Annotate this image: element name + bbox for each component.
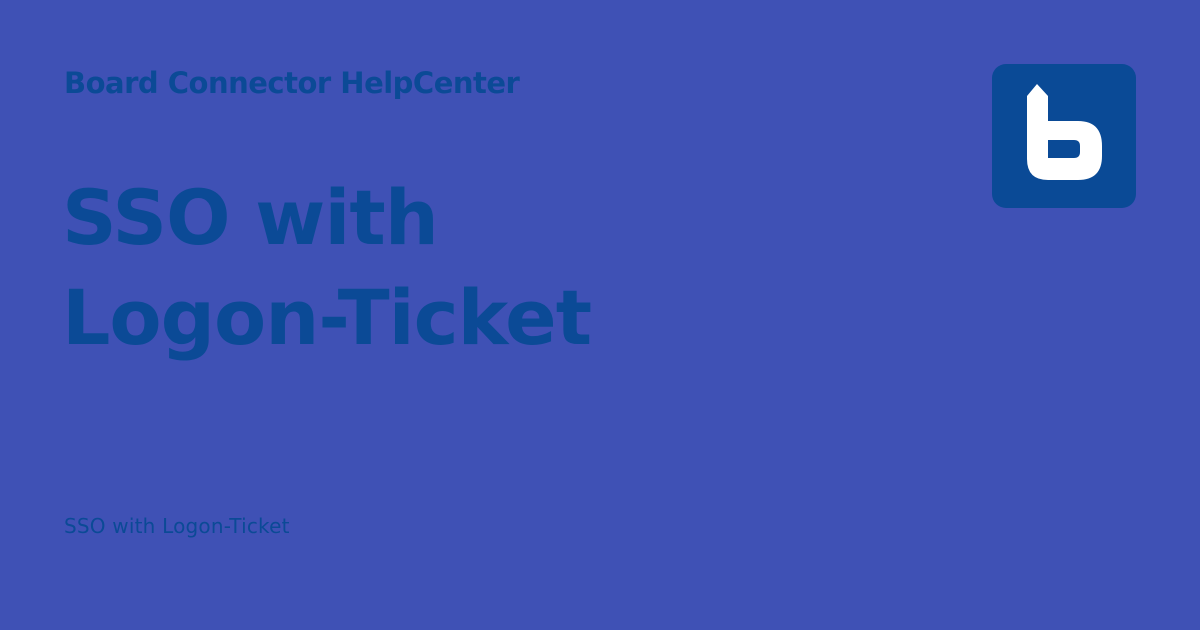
- footer-title: SSO with Logon-Ticket: [64, 514, 290, 538]
- page-title-line-2: Logon-Ticket: [62, 273, 592, 362]
- page-title-line-1: SSO with: [62, 173, 439, 262]
- site-name: Board Connector HelpCenter: [64, 66, 520, 100]
- b-glyph-icon: [1027, 84, 1102, 180]
- page-title: SSO with Logon-Ticket: [62, 168, 822, 368]
- board-b-logo-icon: [992, 64, 1136, 208]
